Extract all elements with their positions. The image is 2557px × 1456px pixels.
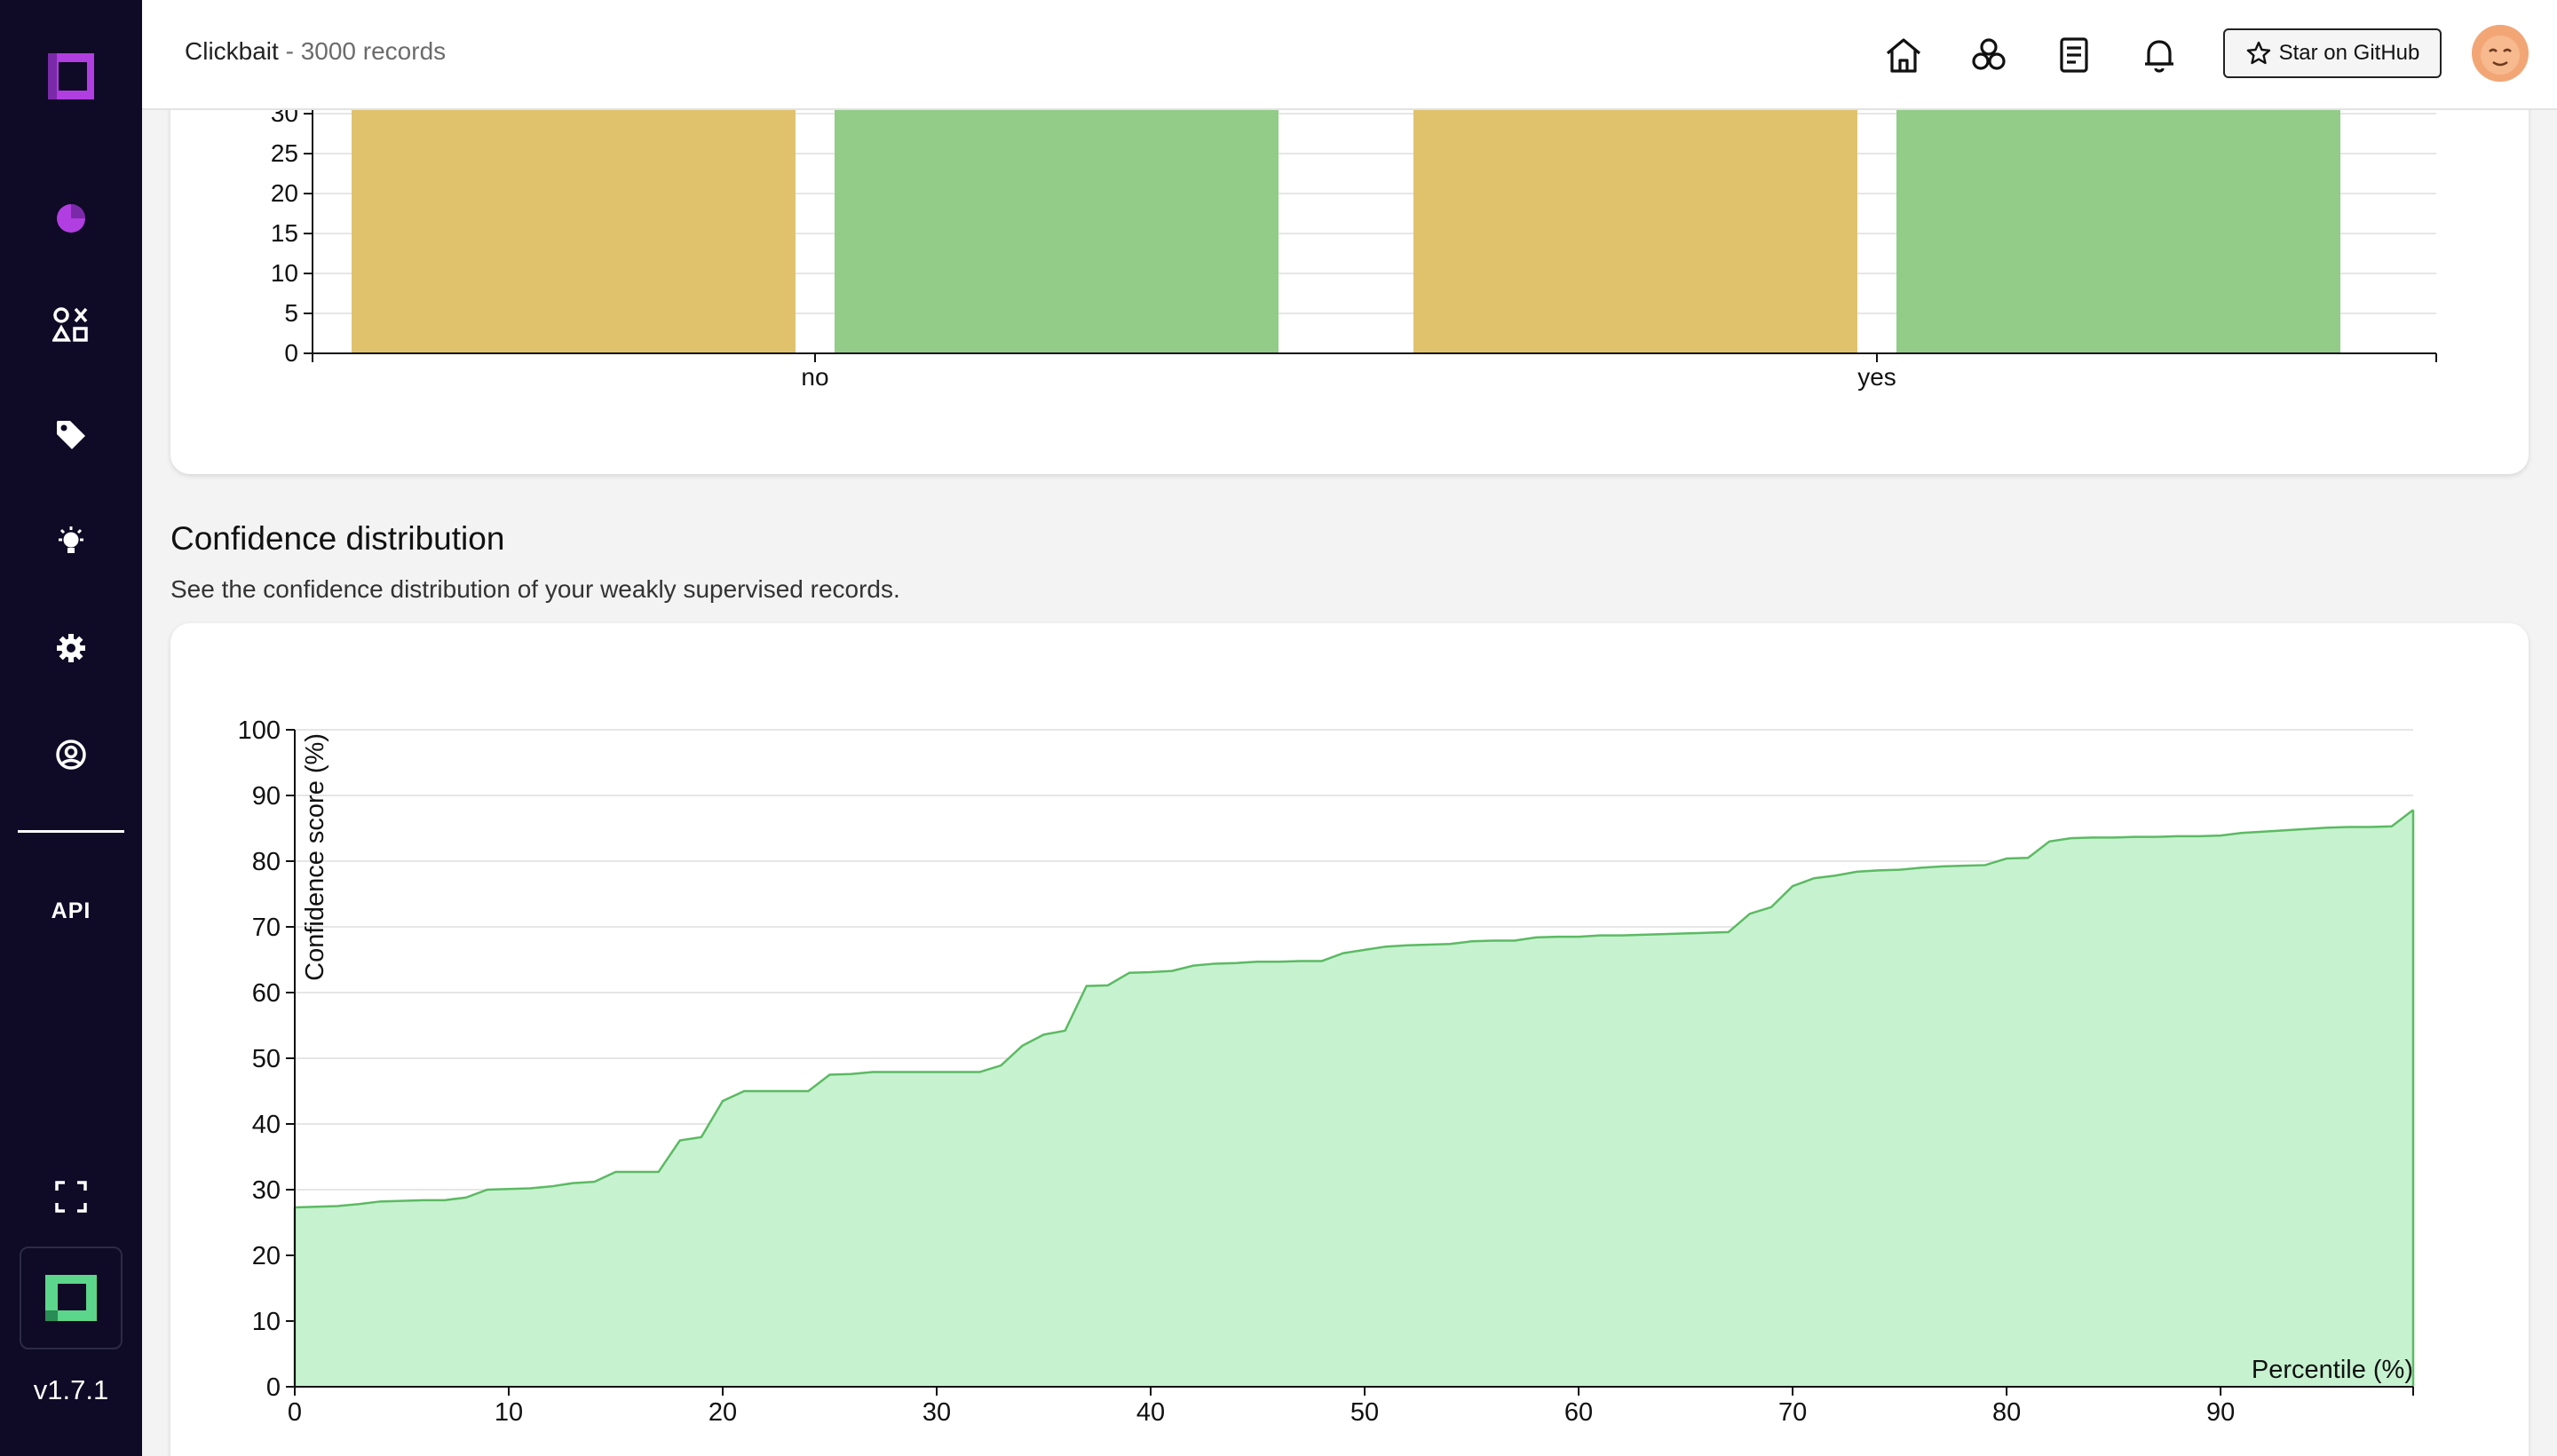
sidebar: API v1.7.1 (0, 0, 142, 1456)
x-tick-label: 60 (1564, 1398, 1593, 1427)
x-tick-label: no (801, 363, 828, 391)
confidence-chart-card: 0 10 20 30 40 50 60 70 80 90 100 0 10 20 30 40 50 60 70 80 9… (170, 623, 2529, 1456)
y-tick-label: 10 (271, 259, 298, 287)
x-tick-label: 70 (1778, 1398, 1807, 1427)
x-tick-label: 10 (495, 1398, 523, 1427)
github-button-label: Star on GitHub (2278, 41, 2420, 65)
shapes-icon[interactable] (50, 304, 92, 346)
y-tick-label: 40 (252, 1111, 281, 1139)
hub-icon[interactable] (1967, 34, 2010, 76)
project-name: Clickbait (185, 37, 279, 65)
y-axis-label: Confidence score (%) (301, 733, 329, 981)
document-icon[interactable] (2053, 34, 2095, 76)
star-on-github-button[interactable]: Star on GitHub (2223, 28, 2442, 78)
x-tick-label: yes (1857, 363, 1896, 391)
bar (835, 80, 1278, 353)
top-header: Clickbait - 3000 records Star on GitHub (142, 0, 2557, 110)
y-tick-label: 50 (252, 1045, 281, 1073)
y-tick-label: 20 (252, 1242, 281, 1270)
confidence-section-description: See the confidence distribution of your … (170, 575, 900, 603)
lightbulb-icon[interactable] (50, 520, 92, 563)
x-axis-label: Percentile (%) (2252, 1356, 2413, 1384)
gear-icon[interactable] (50, 627, 92, 669)
y-tick-label: 90 (252, 782, 281, 811)
title-separator: - (278, 37, 301, 65)
brand-logo[interactable] (20, 1246, 123, 1349)
x-tick-label: 50 (1350, 1398, 1379, 1427)
bar (1413, 80, 1857, 353)
version-label: v1.7.1 (33, 1374, 109, 1405)
y-tick-label: 80 (252, 848, 281, 876)
x-tick-label: 20 (709, 1398, 737, 1427)
y-tick-label: 60 (252, 979, 281, 1008)
tag-icon[interactable] (50, 414, 92, 456)
y-tick-label: 5 (284, 299, 298, 327)
y-tick-label: 15 (271, 219, 298, 247)
bar-chart: 302520151050no yes (271, 80, 2437, 391)
y-tick-label: 70 (252, 914, 281, 942)
x-tick-label: 30 (922, 1398, 951, 1427)
user-circle-icon[interactable] (50, 733, 92, 776)
y-tick-label: 25 (271, 139, 298, 167)
api-link[interactable]: API (0, 898, 142, 924)
y-tick-label: 10 (252, 1308, 281, 1336)
confidence-section-title: Confidence distribution (170, 520, 505, 557)
page-title: Clickbait - 3000 records (185, 37, 446, 66)
avatar[interactable] (2472, 25, 2529, 82)
star-icon (2246, 41, 2270, 65)
bar (1896, 80, 2340, 353)
x-tick-label: 0 (288, 1398, 302, 1427)
bar (352, 80, 796, 353)
bell-icon[interactable] (2138, 34, 2181, 76)
record-count: 3000 records (300, 37, 447, 65)
fullscreen-icon[interactable] (50, 1175, 92, 1218)
x-tick-label: 80 (1992, 1398, 2021, 1427)
label-distribution-card: 30 25 20 15 10 5 0 no yes (170, 80, 2529, 474)
pie-chart-icon[interactable] (50, 197, 92, 240)
y-tick-label: 100 (238, 716, 281, 745)
y-tick-label: 20 (271, 179, 298, 207)
x-tick-label: 90 (2206, 1398, 2235, 1427)
confidence-area-chart: 0 10 20 30 40 50 60 70 80 90 100 0 10 20 30 40 50 60 70 80 9… (238, 716, 2415, 1427)
app-logo[interactable] (43, 48, 99, 105)
confidence-area (295, 810, 2413, 1387)
sidebar-divider (18, 830, 124, 833)
home-icon[interactable] (1882, 34, 1925, 76)
y-tick-label: 0 (284, 339, 298, 367)
y-tick-label: 30 (252, 1176, 281, 1205)
x-tick-label: 40 (1136, 1398, 1165, 1427)
y-tick-label: 0 (266, 1373, 281, 1402)
